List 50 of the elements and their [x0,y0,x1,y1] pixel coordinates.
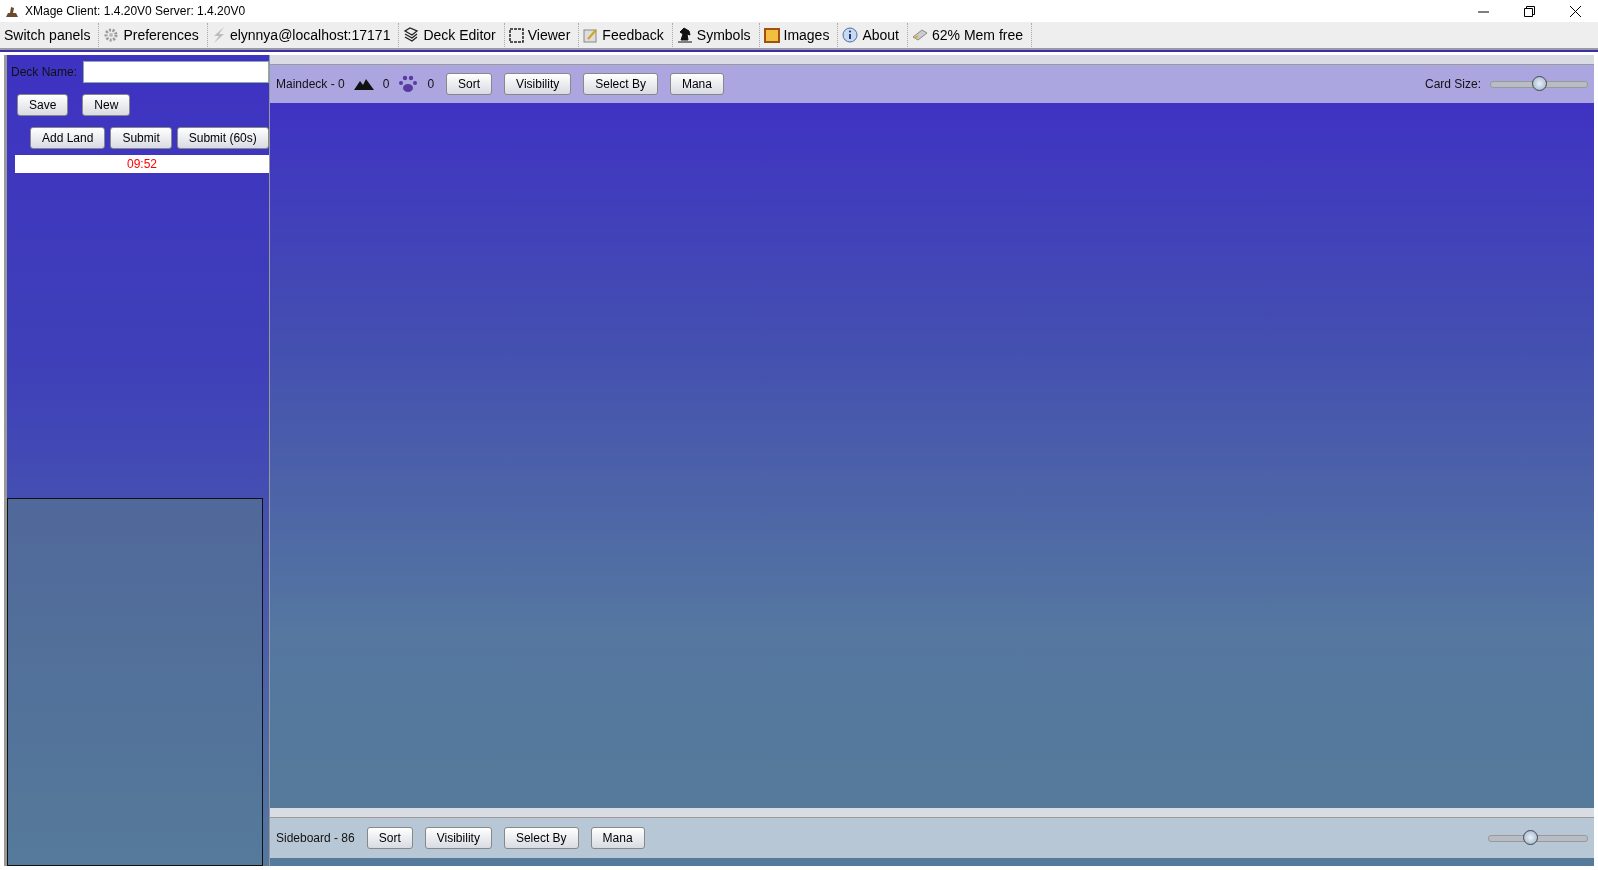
paw-icon [398,75,419,93]
timer: 09:52 [15,155,269,173]
menu-item[interactable]: Feedback [579,23,673,47]
sideboard-count: Sideboard - 86 [276,831,355,845]
stack-icon [403,27,420,43]
memory-icon [912,28,928,42]
slider-thumb[interactable] [1523,829,1539,845]
deck-button[interactable]: Save [17,94,69,116]
menu-item[interactable]: Images [759,23,839,47]
deck-button[interactable]: New [82,94,131,116]
note-icon [583,27,599,43]
menu-item[interactable]: Switch panels [0,23,100,47]
mountain-icon [353,78,374,90]
menu-item[interactable]: 62% Mem free [908,23,1033,47]
horse-icon [676,27,693,43]
toolbar-button[interactable]: Sort [366,827,413,849]
app-logo-icon [4,4,20,18]
land-count: 0 [382,77,390,91]
info-icon [842,27,859,43]
picture-frame-icon [763,27,780,43]
deck-button[interactable]: Submit [110,127,172,149]
toolbar-button[interactable]: Select By [503,827,579,849]
close-icon[interactable] [1569,5,1581,17]
slider-thumb[interactable] [1532,75,1547,91]
menu-item[interactable]: Viewer [504,23,580,47]
deck-name-label: Deck Name: [11,65,78,79]
card-size-label: Card Size: [1424,77,1481,91]
splitter-bar[interactable] [270,55,1594,65]
menu-item[interactable]: elynnya@localhost:17171 [207,23,400,47]
deck-button[interactable]: Submit (60s) [176,127,269,149]
toolbar-button[interactable]: Sort [446,73,493,95]
menu-item[interactable]: Deck Editor [399,23,505,47]
toolbar-button[interactable]: Mana [590,827,645,849]
menu-item[interactable]: Symbols [672,23,760,47]
splitter-bar[interactable] [270,808,1594,818]
toolbar-button[interactable]: Select By [583,73,658,95]
toolbar-button[interactable]: Visibility [504,73,572,95]
menu-item[interactable]: About [838,23,908,47]
toolbar-button[interactable]: Mana [669,73,724,95]
lightning-icon [211,27,226,43]
gear-icon [103,27,120,43]
maindeck-count: Maindeck - 0 [276,77,345,91]
deck-button[interactable]: Add Land [30,127,106,149]
creature-count: 0 [427,77,435,91]
deck-name-field[interactable] [83,61,269,83]
restore-icon[interactable] [1523,5,1535,17]
toolbar-button[interactable]: Visibility [424,827,492,849]
frame-icon [508,27,524,43]
window-title: XMage Client: 1.4.20V0 Server: 1.4.20V0 [25,4,247,18]
menu-item[interactable]: Preferences [99,23,208,47]
